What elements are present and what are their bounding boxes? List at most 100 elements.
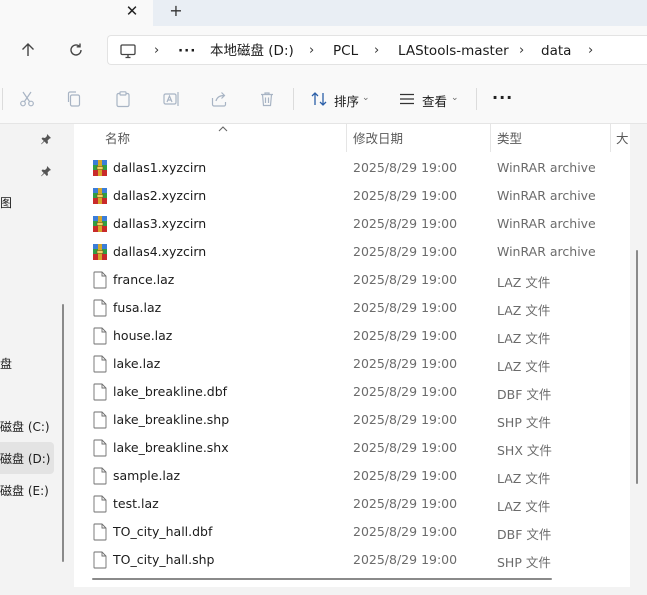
- nav-item-drive-d-selected[interactable]: 磁盘 (D:): [0, 442, 54, 474]
- nav-item-pictures[interactable]: 图: [0, 194, 12, 211]
- file-date: 2025/8/29 19:00: [353, 216, 458, 231]
- winrar-icon: [92, 243, 108, 261]
- breadcrumb-overflow[interactable]: ···: [178, 42, 196, 60]
- chevron-down-icon: ⌄: [362, 93, 370, 103]
- file-date: 2025/8/29 19:00: [353, 328, 458, 343]
- delete-icon[interactable]: [258, 90, 276, 108]
- file-row[interactable]: france.laz 2025/8/29 19:00 LAZ 文件: [74, 266, 630, 294]
- file-name[interactable]: lake_breakline.shp: [113, 412, 229, 427]
- file-icon: [92, 523, 108, 541]
- file-row[interactable]: lake_breakline.dbf 2025/8/29 19:00 DBF 文件: [74, 378, 630, 406]
- rename-icon[interactable]: [162, 90, 180, 108]
- file-icon: [92, 299, 108, 317]
- chevron-right-icon: ›: [154, 43, 160, 58]
- column-header-date[interactable]: 修改日期: [353, 128, 403, 147]
- chevron-right-icon: ›: [374, 43, 380, 58]
- share-icon[interactable]: [210, 90, 228, 108]
- column-header-name[interactable]: 名称: [105, 128, 130, 147]
- active-tab[interactable]: ✕: [0, 0, 153, 26]
- file-name[interactable]: dallas3.xyzcirn: [113, 216, 206, 231]
- file-icon: [92, 383, 108, 401]
- file-type: LAZ 文件: [497, 331, 551, 346]
- address-bar[interactable]: › ··· 本地磁盘 (D:) › PCL › LAStools-master …: [107, 35, 647, 65]
- file-row[interactable]: dallas2.xyzcirn 2025/8/29 19:00 WinRAR arc…: [74, 182, 630, 210]
- vertical-scrollbar[interactable]: [636, 250, 638, 484]
- file-date: 2025/8/29 19:00: [353, 300, 458, 315]
- file-type: WinRAR archive: [497, 216, 596, 231]
- file-name[interactable]: lake.laz: [113, 356, 160, 371]
- up-arrow-icon[interactable]: [18, 40, 38, 60]
- horizontal-scrollbar[interactable]: [92, 578, 552, 580]
- file-row[interactable]: fusa.laz 2025/8/29 19:00 LAZ 文件: [74, 294, 630, 322]
- column-divider[interactable]: [490, 124, 491, 152]
- file-date: 2025/8/29 19:00: [353, 160, 458, 175]
- nav-item-disk[interactable]: 盘: [0, 355, 12, 372]
- sort-button[interactable]: 排序: [334, 91, 359, 110]
- file-row[interactable]: lake_breakline.shp 2025/8/29 19:00 SHP 文件: [74, 406, 630, 434]
- file-name[interactable]: house.laz: [113, 328, 172, 343]
- chevron-right-icon[interactable]: ›: [588, 42, 593, 60]
- nav-item-drive-d[interactable]: 磁盘 (D:): [0, 450, 50, 467]
- file-row[interactable]: dallas1.xyzcirn 2025/8/29 19:00 WinRAR arc…: [74, 154, 630, 182]
- copy-icon[interactable]: [65, 90, 83, 108]
- file-row[interactable]: sample.laz 2025/8/29 19:00 LAZ 文件: [74, 462, 630, 490]
- file-row[interactable]: dallas3.xyzcirn 2025/8/29 19:00 WinRAR arc…: [74, 210, 630, 238]
- file-row[interactable]: TO_city_hall.dbf 2025/8/29 19:00 DBF 文件: [74, 518, 630, 546]
- file-name[interactable]: TO_city_hall.dbf: [113, 524, 212, 539]
- pin-icon[interactable]: [40, 165, 52, 177]
- new-tab-icon[interactable]: +: [168, 2, 184, 20]
- chevron-right-icon: ›: [309, 43, 315, 58]
- breadcrumb-drive-d[interactable]: 本地磁盘 (D:): [210, 42, 294, 60]
- file-name[interactable]: dallas2.xyzcirn: [113, 188, 206, 203]
- file-type: DBF 文件: [497, 527, 552, 542]
- file-name[interactable]: dallas4.xyzcirn: [113, 244, 206, 259]
- pin-icon[interactable]: [40, 133, 52, 145]
- column-divider[interactable]: [346, 124, 347, 152]
- file-name[interactable]: dallas1.xyzcirn: [113, 160, 206, 175]
- file-row[interactable]: lake_breakline.shx 2025/8/29 19:00 SHX 文件: [74, 434, 630, 462]
- column-header-size[interactable]: 大: [616, 128, 629, 147]
- file-name[interactable]: lake_breakline.shx: [113, 440, 229, 455]
- file-name[interactable]: france.laz: [113, 272, 174, 287]
- more-options-button[interactable]: ···: [492, 88, 513, 107]
- file-icon: [92, 327, 108, 345]
- computer-icon[interactable]: [119, 42, 137, 60]
- view-button[interactable]: 查看: [422, 91, 447, 110]
- nav-item-drive-c[interactable]: 磁盘 (C:): [0, 418, 50, 435]
- breadcrumb-pcl[interactable]: PCL: [333, 42, 358, 60]
- address-row: › ··· 本地磁盘 (D:) › PCL › LAStools-master …: [0, 26, 647, 74]
- file-name[interactable]: TO_city_hall.shp: [113, 552, 215, 567]
- sort-icon[interactable]: [310, 90, 328, 108]
- nav-item-drive-e[interactable]: 磁盘 (E:): [0, 482, 49, 499]
- nav-scrollbar[interactable]: [62, 304, 64, 562]
- file-name[interactable]: test.laz: [113, 496, 159, 511]
- file-row[interactable]: dallas4.xyzcirn 2025/8/29 19:00 WinRAR arc…: [74, 238, 630, 266]
- file-row[interactable]: TO_city_hall.shp 2025/8/29 19:00 SHP 文件: [74, 546, 630, 574]
- file-date: 2025/8/29 19:00: [353, 188, 458, 203]
- file-name[interactable]: lake_breakline.dbf: [113, 384, 227, 399]
- breadcrumb-lastools-master[interactable]: LAStools-master: [398, 42, 509, 60]
- file-type: WinRAR archive: [497, 244, 596, 259]
- file-icon: [92, 271, 108, 289]
- file-date: 2025/8/29 19:00: [353, 496, 458, 511]
- file-date: 2025/8/29 19:00: [353, 356, 458, 371]
- close-tab-icon[interactable]: ✕: [124, 2, 140, 20]
- file-type: SHP 文件: [497, 555, 551, 570]
- refresh-icon[interactable]: [66, 40, 86, 60]
- breadcrumb-data[interactable]: data: [541, 42, 571, 60]
- winrar-icon: [92, 159, 108, 177]
- file-name[interactable]: sample.laz: [113, 468, 180, 483]
- file-list: 名称 修改日期 类型 大 dallas1.xyzcirn 2025/8/29 19…: [74, 124, 630, 587]
- file-row[interactable]: lake.laz 2025/8/29 19:00 LAZ 文件: [74, 350, 630, 378]
- column-header-type[interactable]: 类型: [497, 128, 522, 147]
- tab-strip: ✕ +: [0, 0, 647, 26]
- file-type: WinRAR archive: [497, 160, 596, 175]
- file-type: LAZ 文件: [497, 499, 551, 514]
- paste-icon[interactable]: [114, 90, 132, 108]
- view-icon[interactable]: [398, 90, 416, 108]
- file-row[interactable]: house.laz 2025/8/29 19:00 LAZ 文件: [74, 322, 630, 350]
- file-name[interactable]: fusa.laz: [113, 300, 161, 315]
- column-divider[interactable]: [610, 124, 611, 152]
- cut-icon[interactable]: [18, 90, 36, 108]
- file-row[interactable]: test.laz 2025/8/29 19:00 LAZ 文件: [74, 490, 630, 518]
